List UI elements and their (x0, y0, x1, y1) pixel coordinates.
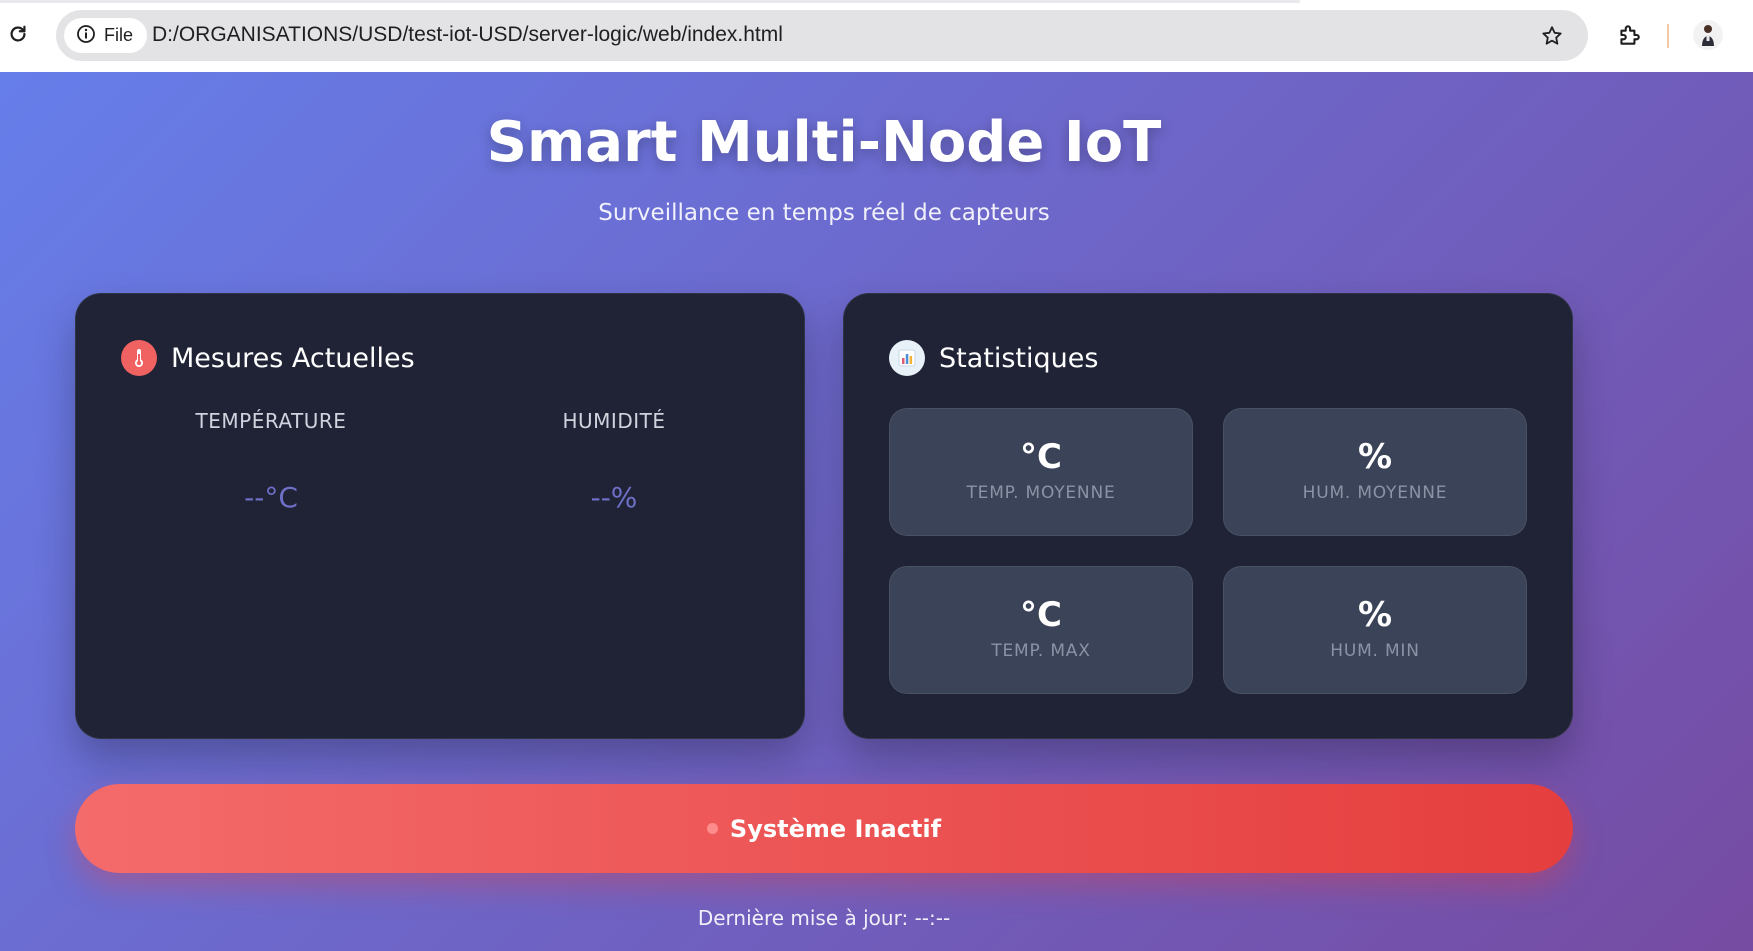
current-measures-card: Mesures Actuelles TEMPÉRATURE --°C HUMID… (75, 293, 805, 739)
info-icon (76, 24, 96, 48)
stat-hum-min-label: HUM. MIN (1330, 641, 1420, 661)
humidity-value: --% (590, 481, 638, 514)
stat-temp-average-value: °C (1020, 437, 1062, 477)
statistics-title: Statistiques (939, 342, 1099, 374)
temperature-metric: TEMPÉRATURE --°C (121, 409, 421, 514)
stat-hum-average: % HUM. MOYENNE (1223, 408, 1527, 536)
humidity-label: HUMIDITÉ (562, 409, 666, 433)
stat-hum-average-value: % (1357, 437, 1393, 477)
temperature-label: TEMPÉRATURE (195, 409, 347, 433)
bar-chart-icon (889, 340, 925, 376)
stat-temp-average-label: TEMP. MOYENNE (966, 483, 1116, 503)
tab-strip-edge (0, 0, 1300, 3)
site-chip-label: File (104, 25, 134, 45)
dashboard-page: Smart Multi-Node IoT Surveillance en tem… (0, 72, 1753, 951)
last-update-label: Dernière mise à jour: (697, 906, 909, 930)
stat-hum-average-label: HUM. MOYENNE (1302, 483, 1448, 503)
page-subtitle: Surveillance en temps réel de capteurs (598, 200, 1050, 226)
current-measures-title: Mesures Actuelles (171, 342, 415, 374)
statistics-card: Statistiques °C TEMP. MOYENNE % HUM. MOY… (843, 293, 1573, 739)
stat-temp-max-value: °C (1020, 595, 1062, 635)
system-status-banner: Système Inactif (75, 784, 1573, 873)
page-title: Smart Multi-Node IoT (486, 110, 1162, 175)
current-measures-header: Mesures Actuelles (121, 340, 415, 376)
stat-temp-average: °C TEMP. MOYENNE (889, 408, 1193, 536)
last-update: Dernière mise à jour: --:-- (0, 906, 1648, 930)
browser-toolbar: File D:/ORGANISATIONS/USD/test-iot-USD/s… (0, 0, 1753, 72)
profile-avatar[interactable] (1693, 20, 1723, 50)
stat-hum-min-value: % (1357, 595, 1393, 635)
status-text: Système Inactif (729, 814, 942, 843)
stat-temp-max: °C TEMP. MAX (889, 566, 1193, 694)
thermometer-icon (121, 340, 157, 376)
last-update-value: --:-- (914, 906, 951, 930)
url-text[interactable]: D:/ORGANISATIONS/USD/test-iot-USD/server… (152, 23, 783, 47)
stat-hum-min: % HUM. MIN (1223, 566, 1527, 694)
status-dot-icon (706, 823, 718, 834)
statistics-header: Statistiques (889, 340, 1098, 376)
site-info-chip[interactable]: File (64, 18, 148, 53)
toolbar-divider (1667, 24, 1669, 48)
address-bar[interactable]: File D:/ORGANISATIONS/USD/test-iot-USD/s… (56, 10, 1588, 61)
temperature-value: --°C (244, 481, 298, 514)
bookmark-star-icon[interactable] (1538, 22, 1566, 50)
humidity-metric: HUMIDITÉ --% (464, 409, 764, 514)
extensions-icon[interactable] (1614, 20, 1644, 50)
reload-icon[interactable] (4, 20, 32, 48)
stat-temp-max-label: TEMP. MAX (991, 641, 1091, 661)
